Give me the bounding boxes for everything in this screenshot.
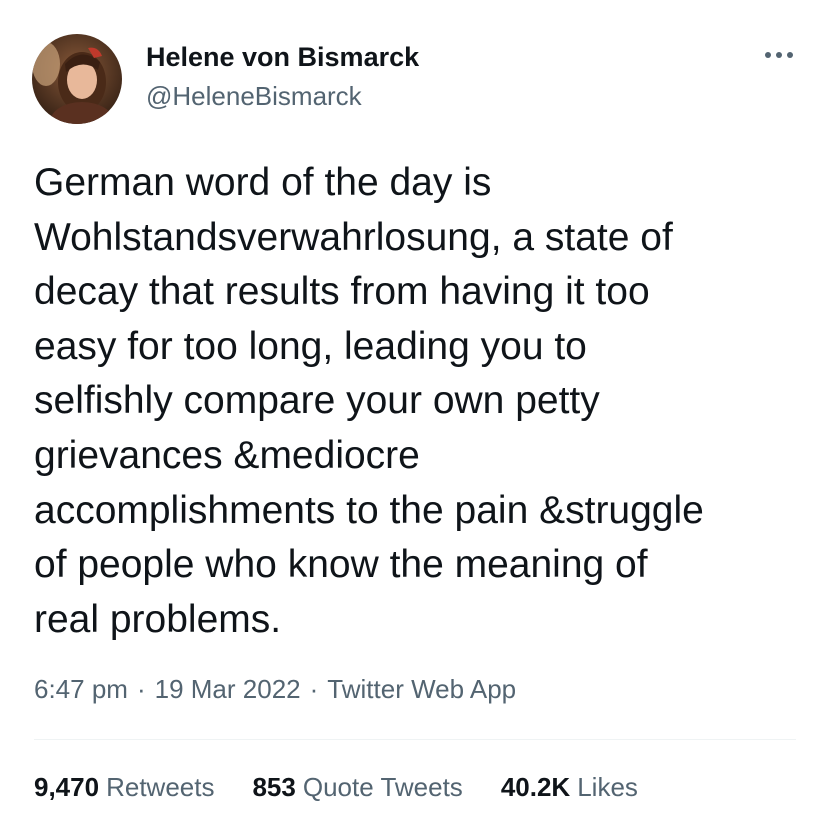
avatar[interactable] <box>32 34 122 124</box>
tweet-text-line: grievances &mediocre <box>34 433 420 477</box>
retweets-label: Retweets <box>106 772 215 802</box>
tweet-text: German word of the day is Wohlstandsverw… <box>34 156 814 647</box>
tweet-text-line: accomplishments to the pain &struggle <box>34 488 704 532</box>
tweet-date[interactable]: 19 Mar 2022 <box>155 674 301 704</box>
retweets-stat[interactable]: 9,470 Retweets <box>34 772 214 803</box>
quote-tweets-stat[interactable]: 853 Quote Tweets <box>252 772 462 803</box>
retweets-count: 9,470 <box>34 772 100 802</box>
tweet-text-line: easy for too long, leading you to <box>34 324 587 368</box>
quote-tweets-count: 853 <box>252 772 296 802</box>
likes-stat[interactable]: 40.2K Likes <box>501 772 638 803</box>
tweet-text-line: selfishly compare your own petty <box>34 379 600 423</box>
tweet-stats: 9,470 Retweets 853 Quote Tweets 40.2K Likes <box>34 772 676 803</box>
divider <box>34 739 796 740</box>
tweet-time[interactable]: 6:47 pm <box>34 674 128 704</box>
author-display-name[interactable]: Helene von Bismarck <box>146 42 419 73</box>
tweet-text-line: of people who know the meaning of <box>34 543 648 587</box>
tweet-metadata: 6:47 pm · 19 Mar 2022 · Twitter Web App <box>34 674 516 705</box>
more-options-button[interactable] <box>760 40 798 70</box>
separator-dot: · <box>309 674 319 704</box>
author-handle[interactable]: @HeleneBismarck <box>146 81 362 112</box>
tweet-text-line: Wohlstandsverwahrlosung, a state of <box>34 215 673 259</box>
tweet-source-link[interactable]: Twitter Web App <box>327 674 516 704</box>
more-horizontal-icon <box>765 52 793 58</box>
quote-tweets-label: Quote Tweets <box>302 772 463 802</box>
separator-dot: · <box>136 674 146 704</box>
avatar-photo <box>32 34 122 124</box>
tweet-text-line: real problems. <box>34 597 282 641</box>
tweet-text-line: decay that results from having it too <box>34 270 650 314</box>
tweet-text-line: German word of the day is <box>34 161 492 204</box>
likes-count: 40.2K <box>500 772 571 802</box>
likes-label: Likes <box>577 772 638 802</box>
